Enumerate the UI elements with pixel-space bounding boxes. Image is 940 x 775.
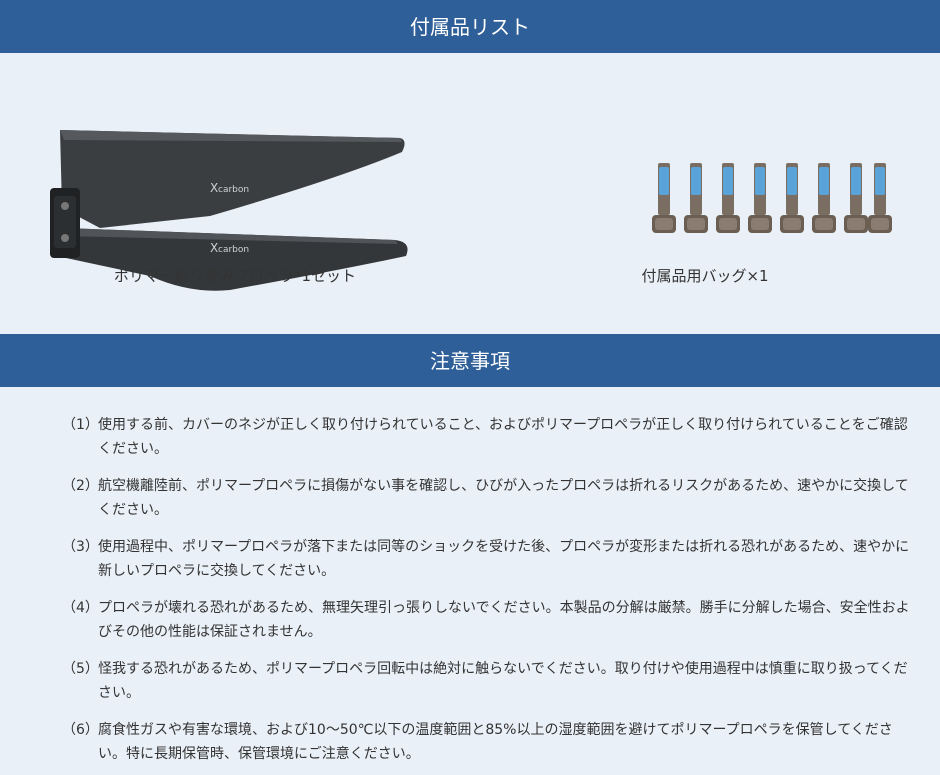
note-text: 怪我する恐れがあるため、ポリマープロペラ回転中は絶対に触らないでください。取り付… — [98, 661, 908, 701]
note-number: （1） — [62, 417, 99, 433]
note-number: （4） — [62, 600, 99, 616]
screws-image — [652, 163, 892, 233]
accessory-item-propeller: carbon carbon X X ポリマー折り畳みプロペラ*1セット — [0, 53, 470, 334]
note-text: 腐食性ガスや有害な環境、および10～50℃以下の温度範囲と85%以上の湿度範囲を… — [98, 722, 893, 762]
svg-text:X: X — [210, 181, 218, 195]
notes-list: （1） 使用する前、カバーのネジが正しく取り付けられていること、およびポリマープ… — [0, 387, 940, 766]
propeller-logo: carbon — [218, 245, 249, 255]
note-item: （5） 怪我する恐れがあるため、ポリマープロペラ回転中は絶対に触らないでください… — [62, 657, 910, 705]
svg-text:X: X — [210, 241, 218, 255]
notes-header: 注意事項 — [0, 334, 940, 387]
bag-caption: 付属品用バッグ×1 — [641, 267, 769, 285]
note-number: （2） — [62, 478, 99, 494]
note-item: （4） プロペラが壊れる恐れがあるため、無理矢理引っ張りしないでください。本製品… — [62, 596, 910, 644]
note-item: （6） 腐食性ガスや有害な環境、および10～50℃以下の温度範囲と85%以上の湿… — [62, 718, 910, 766]
note-text: プロペラが壊れる恐れがあるため、無理矢理引っ張りしないでください。本製品の分解は… — [98, 600, 910, 640]
accessories-header: 付属品リスト — [0, 0, 940, 53]
accessories-title: 付属品リスト — [410, 14, 530, 39]
note-item: （3） 使用過程中、ポリマープロペラが落下または同等のショックを受けた後、プロペ… — [62, 535, 910, 583]
propeller-caption: ポリマー折り畳みプロペラ*1セット — [113, 267, 357, 285]
note-number: （5） — [62, 661, 99, 677]
accessory-item-bag: 付属品用バッグ×1 — [470, 53, 940, 334]
propeller-logo: carbon — [218, 185, 249, 195]
accessories-panel: carbon carbon X X ポリマー折り畳みプロペラ*1セット 付属品用… — [0, 53, 940, 334]
note-number: （3） — [62, 539, 99, 555]
note-text: 使用過程中、ポリマープロペラが落下または同等のショックを受けた後、プロペラが変形… — [98, 539, 910, 579]
note-text: 航空機離陸前、ポリマープロペラに損傷がない事を確認し、ひびが入ったプロペラは折れ… — [98, 478, 909, 518]
note-item: （2） 航空機離陸前、ポリマープロペラに損傷がない事を確認し、ひびが入ったプロペ… — [62, 474, 910, 522]
note-text: 使用する前、カバーのネジが正しく取り付けられていること、およびポリマープロペラが… — [98, 417, 908, 457]
note-number: （6） — [62, 722, 99, 738]
note-item: （1） 使用する前、カバーのネジが正しく取り付けられていること、およびポリマープ… — [62, 413, 910, 461]
notes-title: 注意事項 — [430, 348, 510, 373]
